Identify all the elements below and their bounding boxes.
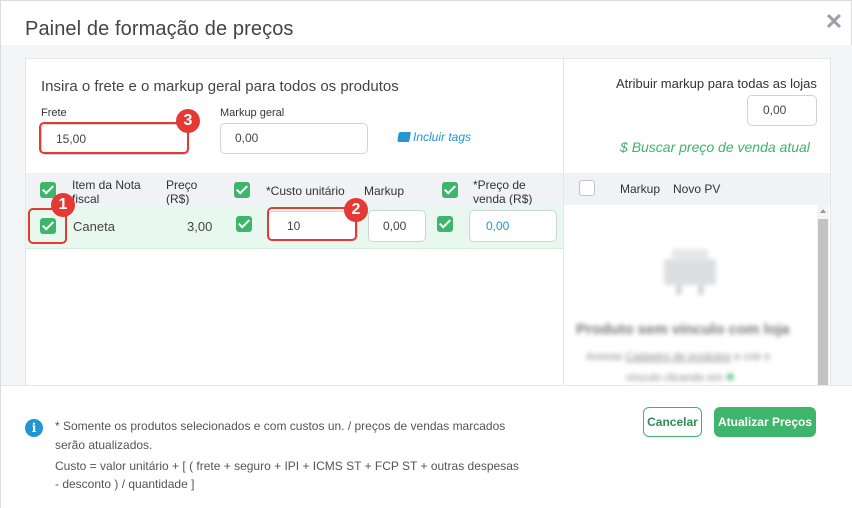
empty-state-text-b: e crie o xyxy=(734,351,771,363)
markup-geral-input[interactable]: 0,00 xyxy=(220,123,368,154)
col-custo: *Custo unitário xyxy=(266,184,345,198)
row-item: Caneta xyxy=(73,219,115,234)
col-preco: Preço (R$) xyxy=(166,178,197,206)
right-panel: Atribuir markup para todas as lojas 0,00… xyxy=(563,58,831,388)
stores-table-header: Markup Novo PV xyxy=(564,173,830,205)
col-item: Item da Nota fiscal xyxy=(72,178,141,206)
table-header: Item da Nota fiscal Preço (R$) *Custo un… xyxy=(26,173,563,206)
frete-label: Frete xyxy=(41,107,67,119)
col-store-markup: Markup xyxy=(620,182,661,196)
footer-note-line4: - desconto ) / quantidade ] xyxy=(55,477,195,491)
col-novo-pv: Novo PV xyxy=(673,182,721,196)
info-icon: i xyxy=(25,419,43,437)
col-item-line2: fiscal xyxy=(72,192,100,206)
empty-state-title: Produto sem vínculo com loja xyxy=(576,321,790,338)
annotation-box-frete xyxy=(39,122,189,154)
cancel-button[interactable]: Cancelar xyxy=(643,407,702,437)
empty-state-text-a: Acesse xyxy=(586,351,623,363)
col-markup: Markup xyxy=(364,184,405,198)
buscar-preco-label: Buscar preço de venda atual xyxy=(631,139,810,155)
row-custo-checkbox[interactable] xyxy=(236,216,252,232)
stores-select-all-checkbox[interactable] xyxy=(579,180,595,196)
row-preco: 3,00 xyxy=(187,219,213,234)
incluir-tags-link[interactable]: Incluir tags xyxy=(397,130,472,144)
update-prices-button[interactable]: Atualizar Preços xyxy=(714,407,816,437)
tag-icon xyxy=(397,132,411,142)
add-link-icon: ✚ xyxy=(725,372,735,384)
price-formation-modal: Painel de formação de preços ✕ Insira o … xyxy=(0,0,852,508)
modal-footer: i * Somente os produtos selecionados e c… xyxy=(1,385,852,508)
empty-state-line1: Acesse Cadastro de produtos e crie o xyxy=(586,351,770,363)
empty-state-image xyxy=(664,249,716,295)
footer-note-line1: * Somente os produtos selecionados e com… xyxy=(55,419,506,433)
markup-all-stores-input[interactable]: 0,00 xyxy=(747,95,817,126)
col-pv-line1: *Preço de xyxy=(473,178,526,192)
scroll-up-arrow-icon[interactable] xyxy=(820,209,826,213)
buscar-preco-link[interactable]: $ Buscar preço de venda atual xyxy=(620,139,810,155)
custo-all-checkbox[interactable] xyxy=(234,182,250,198)
markup-geral-label: Markup geral xyxy=(220,107,285,119)
row-markup-input[interactable]: 0,00 xyxy=(368,210,426,242)
stores-scrollbar[interactable] xyxy=(817,205,829,387)
left-panel-heading: Insira o frete e o markup geral para tod… xyxy=(41,78,399,95)
col-preco-line2: (R$) xyxy=(166,192,190,206)
col-preco-line1: Preço xyxy=(166,178,198,192)
pv-all-checkbox[interactable] xyxy=(442,182,458,198)
col-pv-line2: venda (R$) xyxy=(473,192,533,206)
dollar-icon: $ xyxy=(620,139,628,155)
annotation-badge-3: 3 xyxy=(176,109,200,133)
close-icon[interactable]: ✕ xyxy=(823,11,845,33)
preco-venda-input[interactable]: 0,00 xyxy=(469,210,557,242)
row-pv-checkbox[interactable] xyxy=(437,216,453,232)
col-item-line1: Item da Nota xyxy=(72,178,141,192)
empty-state-line2: vínculo clicando em ✚ xyxy=(626,371,735,384)
markup-all-stores-label: Atribuir markup para todas as lojas xyxy=(616,76,817,91)
annotation-badge-1: 1 xyxy=(51,193,75,217)
cadastro-produtos-link[interactable]: Cadastro de produtos xyxy=(625,351,731,363)
modal-title: Painel de formação de preços xyxy=(25,18,294,40)
footer-note-line2: serão atualizados. xyxy=(55,438,153,452)
annotation-badge-2: 2 xyxy=(344,198,368,222)
footer-note-line3: Custo = valor unitário + [ ( frete + seg… xyxy=(55,459,519,473)
empty-state-text-c: vínculo clicando em xyxy=(626,372,723,384)
incluir-tags-label: Incluir tags xyxy=(413,130,472,144)
col-preco-venda: *Preço de venda (R$) xyxy=(473,178,532,206)
scroll-thumb[interactable] xyxy=(818,219,828,387)
